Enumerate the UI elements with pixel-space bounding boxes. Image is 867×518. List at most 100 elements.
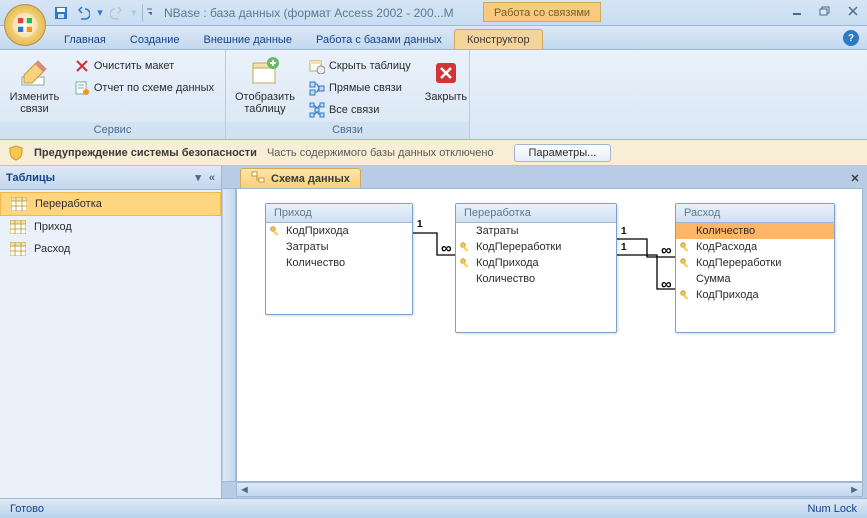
qat-customize-icon[interactable] [142, 4, 152, 22]
rel-cardinality: 1 [621, 242, 627, 253]
direct-rel-label: Прямые связи [329, 82, 402, 94]
rel-cardinality: 1 [417, 219, 423, 230]
table-icon [11, 197, 27, 211]
contextual-tab-group: Работа со связями [483, 2, 601, 22]
tab-create[interactable]: Создание [118, 30, 192, 49]
status-text: Готово [10, 503, 44, 515]
security-options-button[interactable]: Параметры... [514, 144, 612, 162]
table-field[interactable]: КодПереработки [676, 255, 834, 271]
office-button[interactable] [4, 4, 46, 46]
table-field[interactable]: КодПрихода [266, 223, 412, 239]
primary-key-icon [270, 226, 282, 238]
nav-item[interactable]: Расход [0, 238, 221, 260]
all-relationships-button[interactable]: Все связи [304, 100, 416, 120]
restore-button[interactable] [815, 3, 835, 19]
table-field[interactable]: КодРасхода [676, 239, 834, 255]
edit-relationships-label: Изменить связи [10, 91, 60, 115]
group-relationships-label: Связи [226, 122, 469, 139]
nav-category-title[interactable]: Таблицы [6, 172, 55, 184]
table-field[interactable]: Количество [266, 255, 412, 271]
primary-key-icon [460, 258, 472, 270]
hide-table-button[interactable]: Скрыть таблицу [304, 56, 416, 76]
show-table-label: Отобразить таблицу [235, 91, 295, 115]
edit-relationships-icon [18, 57, 50, 89]
all-rel-label: Все связи [329, 104, 379, 116]
scroll-left-icon[interactable]: ◄ [237, 483, 252, 496]
table-box-rashod[interactable]: РасходКоличествоКодРасходаКодПереработки… [675, 203, 835, 333]
close-button[interactable] [843, 3, 863, 19]
rel-cardinality: ∞ [661, 247, 672, 255]
close-label: Закрыть [425, 91, 467, 103]
navigation-pane: Таблицы ▾ « Переработка Приход Расход [0, 166, 222, 498]
show-table-icon [249, 57, 281, 89]
minimize-button[interactable] [787, 3, 807, 19]
nav-item-label: Расход [34, 243, 70, 255]
qat-undo-icon[interactable] [74, 4, 92, 22]
rel-cardinality: ∞ [441, 245, 452, 253]
all-rel-icon [309, 102, 325, 118]
show-table-button[interactable]: Отобразить таблицу [232, 54, 298, 118]
relationships-tab-icon [251, 170, 265, 187]
table-title: Расход [676, 204, 834, 223]
nav-item-label: Приход [34, 221, 72, 233]
table-icon [10, 242, 26, 256]
nav-item[interactable]: Переработка [0, 192, 221, 216]
relationship-report-label: Отчет по схеме данных [94, 82, 214, 94]
relationships-canvas[interactable]: ПриходКодПриходаЗатратыКоличество Перера… [236, 188, 863, 482]
primary-key-icon [460, 242, 472, 254]
nav-item-label: Переработка [35, 198, 102, 210]
table-field[interactable]: Затраты [266, 239, 412, 255]
qat-save-icon[interactable] [52, 4, 70, 22]
close-relationships-button[interactable]: Закрыть [422, 54, 470, 106]
qat-undo-more-icon[interactable]: ▾ [96, 4, 104, 22]
horizontal-scrollbar[interactable]: ◄ ► [236, 482, 863, 497]
qat-redo-icon[interactable] [108, 4, 126, 22]
rel-cardinality: ∞ [661, 281, 672, 289]
group-tools-label: Сервис [0, 122, 225, 139]
table-field[interactable]: КодПрихода [456, 255, 616, 271]
help-icon[interactable]: ? [843, 30, 859, 46]
primary-key-icon [680, 290, 692, 302]
table-field[interactable]: Сумма [676, 271, 834, 287]
document-tab-label: Схема данных [271, 173, 350, 185]
tab-home[interactable]: Главная [52, 30, 118, 49]
security-title: Предупреждение системы безопасности [34, 147, 257, 159]
clear-layout-button[interactable]: Очистить макет [69, 56, 219, 76]
rel-cardinality: 1 [621, 226, 627, 237]
table-box-pererabotka[interactable]: ПереработкаЗатратыКодПереработкиКодПрихо… [455, 203, 617, 333]
table-title: Приход [266, 204, 412, 223]
table-field[interactable]: КодПереработки [456, 239, 616, 255]
table-icon [10, 220, 26, 234]
clear-layout-label: Очистить макет [94, 60, 174, 72]
document-tab[interactable]: Схема данных [240, 168, 361, 188]
relationship-report-button[interactable]: Отчет по схеме данных [69, 78, 219, 98]
hide-table-icon [309, 58, 325, 74]
tab-database-tools[interactable]: Работа с базами данных [304, 30, 454, 49]
edit-relationships-button[interactable]: Изменить связи [6, 54, 63, 118]
security-message: Часть содержимого базы данных отключено [267, 147, 494, 159]
table-title: Переработка [456, 204, 616, 223]
vertical-scrollbar[interactable] [223, 188, 236, 482]
direct-relationships-button[interactable]: Прямые связи [304, 78, 416, 98]
shield-icon [8, 145, 24, 161]
table-box-prihod[interactable]: ПриходКодПриходаЗатратыКоличество [265, 203, 413, 315]
tab-design[interactable]: Конструктор [454, 29, 543, 49]
hide-table-label: Скрыть таблицу [329, 60, 411, 72]
primary-key-icon [680, 242, 692, 254]
status-numlock: Num Lock [807, 503, 857, 515]
scroll-right-icon[interactable]: ► [847, 483, 862, 496]
nav-item[interactable]: Приход [0, 216, 221, 238]
nav-collapse-icon[interactable]: « [209, 172, 215, 184]
document-close-button[interactable]: ✕ [847, 170, 863, 186]
close-icon [430, 57, 462, 89]
table-field[interactable]: Количество [676, 223, 834, 239]
table-field[interactable]: Количество [456, 271, 616, 287]
primary-key-icon [680, 258, 692, 270]
qat-redo-more-icon[interactable]: ▾ [130, 4, 138, 22]
direct-rel-icon [309, 80, 325, 96]
nav-dropdown-icon[interactable]: ▾ [195, 171, 201, 184]
table-field[interactable]: КодПрихода [676, 287, 834, 303]
table-field[interactable]: Затраты [456, 223, 616, 239]
tab-external-data[interactable]: Внешние данные [192, 30, 304, 49]
clear-layout-icon [74, 58, 90, 74]
